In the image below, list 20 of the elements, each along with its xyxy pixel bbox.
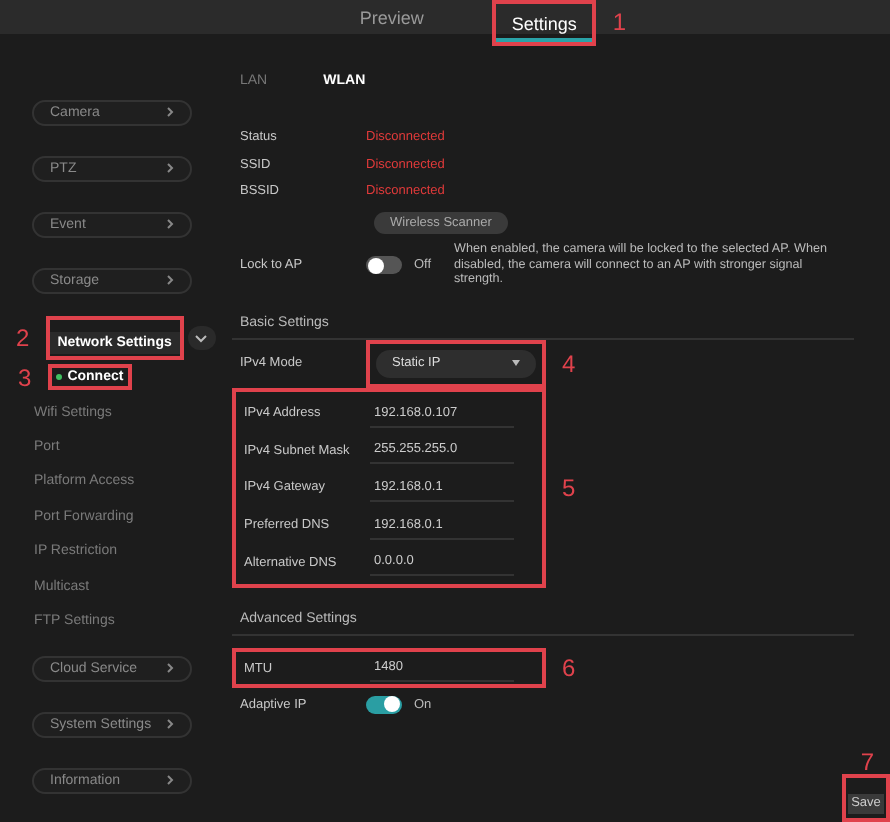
- annotation-number: 2: [16, 326, 30, 350]
- annotation-number: 4: [562, 351, 576, 375]
- annotation-number: 5: [562, 475, 576, 500]
- annotation-number: 1: [612, 10, 627, 35]
- toggle-switch[interactable]: [366, 256, 402, 274]
- chevron-right-icon: [166, 106, 174, 118]
- caret-down-icon: [512, 360, 520, 366]
- annotation-number: 6: [562, 656, 576, 681]
- toggle-switch[interactable]: [366, 695, 402, 714]
- chevron-right-icon: [166, 662, 174, 675]
- top-tab[interactable]: Preview: [343, 0, 440, 34]
- chevron-right-icon: [166, 274, 174, 286]
- chevron-right-icon: [166, 774, 174, 787]
- top-tab[interactable]: Settings: [495, 7, 593, 41]
- chevron-right-icon: [166, 162, 174, 174]
- chevron-down-icon[interactable]: [187, 326, 216, 350]
- chevron-right-icon: [166, 718, 174, 731]
- annotation-number: 3: [18, 365, 32, 390]
- chevron-right-icon: [166, 218, 174, 230]
- annotation-number: 7: [860, 750, 874, 775]
